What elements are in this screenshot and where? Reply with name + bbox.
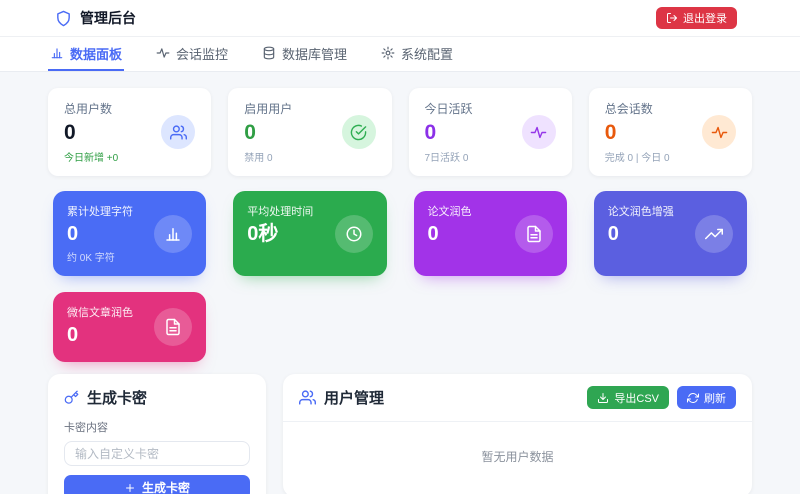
tab-label: 系统配置 [401, 46, 454, 62]
bar-chart-icon [50, 46, 64, 60]
refresh-icon [687, 392, 699, 404]
app-title: 管理后台 [80, 10, 136, 26]
plus-icon [124, 482, 136, 494]
metric-label: 论文润色增强 [607, 206, 674, 219]
metric-value: 0秒 [247, 223, 279, 246]
metric-value: 0 [67, 223, 79, 246]
export-csv-label: 导出CSV [614, 392, 659, 405]
stat-label: 启用用户 [244, 102, 293, 116]
clock-icon [334, 214, 373, 253]
metric-card-wechat-article-polish: 微信文章润色 0 [53, 292, 207, 363]
logout-icon [666, 12, 678, 24]
keygen-panel-title: 生成卡密 [87, 390, 148, 408]
metric-label: 平均处理时间 [247, 206, 314, 219]
stat-cards-row: 总用户数 0 今日新增 +0 启用用户 0 禁用 0 今日活跃 0 7日活跃 0 [48, 88, 752, 177]
brand: 管理后台 [55, 8, 136, 28]
activity-icon [702, 115, 736, 150]
export-csv-button[interactable]: 导出CSV [587, 386, 669, 410]
user-management-panel: 用户管理 导出CSV 刷新 暂无用户数据 [283, 374, 752, 494]
metric-card-paper-polish-enhanced: 论文润色增强 0 [593, 191, 747, 277]
tab-database-management[interactable]: 数据库管理 [260, 37, 349, 71]
database-icon [262, 46, 276, 60]
metric-cards-row-2: 微信文章润色 0 [48, 292, 752, 363]
tab-bar: 数据面板 会话监控 数据库管理 系统配置 [0, 37, 800, 72]
custom-key-input[interactable] [64, 441, 250, 467]
key-content-label: 卡密内容 [64, 422, 108, 435]
tab-session-monitor[interactable]: 会话监控 [154, 37, 230, 71]
metric-value: 0 [67, 324, 79, 347]
stat-card-total-users: 总用户数 0 今日新增 +0 [48, 88, 212, 177]
user-panel-title: 用户管理 [324, 390, 385, 408]
stat-card-total-sessions: 总会话数 0 完成 0 | 今日 0 [588, 88, 752, 177]
gear-icon [381, 46, 395, 60]
stat-subtitle: 今日新增 +0 [64, 153, 119, 165]
metric-label: 论文润色 [427, 206, 472, 219]
tab-label: 数据面板 [70, 46, 123, 62]
shield-icon [55, 10, 72, 27]
bar-chart-icon [154, 214, 193, 253]
tab-label: 会话监控 [176, 46, 229, 62]
stat-value: 0 [604, 121, 617, 144]
file-text-icon [514, 214, 553, 253]
tab-system-config[interactable]: 系统配置 [379, 37, 455, 71]
app-header: 管理后台 退出登录 [0, 0, 800, 37]
users-icon [299, 389, 316, 406]
stat-subtitle: 完成 0 | 今日 0 [604, 153, 670, 165]
stat-value: 0 [424, 121, 437, 144]
empty-state-text: 暂无用户数据 [283, 421, 752, 494]
metric-value: 0 [607, 223, 619, 246]
generate-key-button[interactable]: 生成卡密 [64, 475, 250, 494]
stat-card-today-active: 今日活跃 0 7日活跃 0 [408, 88, 572, 177]
file-text-icon [154, 308, 193, 347]
refresh-button[interactable]: 刷新 [677, 386, 736, 410]
keygen-panel: 生成卡密 卡密内容 生成卡密 批量生成 [48, 374, 266, 494]
stat-value: 0 [244, 121, 256, 144]
metric-label: 微信文章润色 [67, 307, 133, 320]
users-icon [161, 115, 196, 150]
stat-label: 总会话数 [604, 102, 653, 116]
metric-cards-row: 累计处理字符 0 约 0K 字符 平均处理时间 0秒 论文润色 0 论文润色增强… [48, 191, 752, 277]
refresh-label: 刷新 [704, 392, 726, 405]
download-icon [597, 392, 609, 404]
logout-label: 退出登录 [683, 13, 727, 25]
check-circle-icon [341, 115, 376, 150]
metric-value: 0 [427, 223, 439, 246]
metric-label: 累计处理字符 [67, 206, 133, 219]
activity-icon [156, 46, 170, 60]
tab-label: 数据库管理 [282, 46, 348, 62]
stat-label: 今日活跃 [424, 102, 473, 116]
stat-subtitle: 禁用 0 [244, 153, 273, 165]
activity-icon [521, 115, 556, 150]
key-icon [64, 390, 79, 405]
metric-subtitle: 约 0K 字符 [67, 253, 115, 265]
metric-card-paper-polish: 论文润色 0 [413, 191, 567, 277]
stat-subtitle: 7日活跃 0 [424, 153, 469, 165]
main-content: 总用户数 0 今日新增 +0 启用用户 0 禁用 0 今日活跃 0 7日活跃 0 [0, 72, 800, 494]
stat-value: 0 [64, 121, 76, 144]
tab-data-panel[interactable]: 数据面板 [48, 37, 125, 71]
stat-card-enabled-users: 启用用户 0 禁用 0 [228, 88, 392, 177]
metric-card-processed-chars: 累计处理字符 0 约 0K 字符 [53, 191, 207, 277]
logout-button[interactable]: 退出登录 [656, 7, 737, 29]
stat-label: 总用户数 [64, 102, 113, 116]
trending-up-icon [695, 214, 733, 253]
generate-key-label: 生成卡密 [141, 481, 190, 494]
metric-card-avg-time: 平均处理时间 0秒 [233, 191, 387, 277]
